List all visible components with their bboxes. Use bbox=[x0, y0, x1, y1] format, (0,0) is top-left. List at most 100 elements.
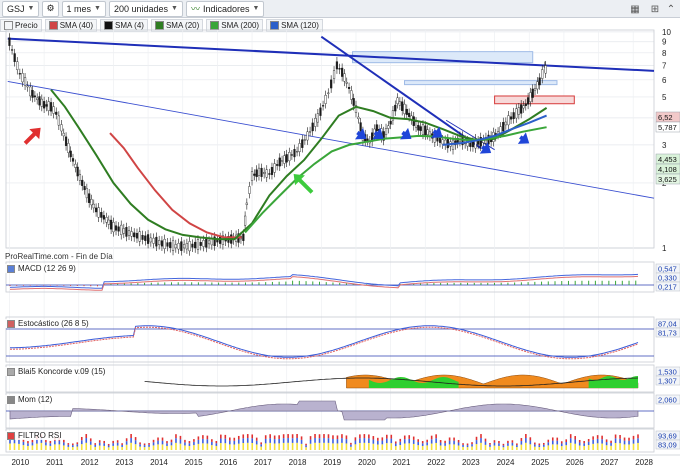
candle-body bbox=[347, 86, 351, 89]
candle-body bbox=[52, 106, 55, 114]
mom-tag-label: 2,060 bbox=[658, 396, 677, 405]
y-tick-label: 10 bbox=[662, 28, 671, 37]
x-tick-label: 2028 bbox=[635, 458, 653, 467]
candle-body bbox=[257, 167, 261, 176]
candle-body bbox=[446, 138, 449, 149]
candle-body bbox=[345, 81, 348, 84]
candle-body bbox=[196, 239, 200, 250]
candle-body bbox=[21, 73, 24, 83]
stoch-d-line bbox=[10, 326, 639, 360]
rsi-title[interactable]: FILTRO RSI bbox=[5, 431, 64, 440]
mom-label: Mom (12) bbox=[18, 395, 53, 404]
candle-body bbox=[18, 73, 21, 75]
candle-body bbox=[290, 154, 293, 156]
source-note: ProRealTime.com - Fin de Día bbox=[5, 252, 113, 261]
candle-body bbox=[408, 112, 411, 117]
candle-body bbox=[263, 172, 266, 174]
x-tick-label: 2022 bbox=[427, 458, 445, 467]
candle-body bbox=[260, 167, 263, 177]
candle-body bbox=[71, 158, 75, 162]
candle-body bbox=[152, 237, 155, 244]
indicator-panels: 0,5470,3300,217 87,0481,73 1,5301,307 2,060… bbox=[5, 261, 680, 453]
rsi-tag-label: 83,09 bbox=[658, 441, 677, 450]
candle-body bbox=[207, 240, 211, 245]
koncorde-icon bbox=[7, 367, 15, 376]
stoch-k-line bbox=[10, 325, 639, 358]
candle-body bbox=[278, 157, 281, 167]
candle-body bbox=[188, 241, 191, 252]
candle-body bbox=[244, 215, 247, 226]
candle-body bbox=[306, 131, 309, 141]
candle-body bbox=[301, 139, 304, 148]
candle-body bbox=[49, 102, 53, 112]
x-tick-label: 2026 bbox=[566, 458, 584, 467]
candle-body bbox=[387, 125, 390, 129]
candle-body bbox=[332, 70, 336, 79]
candle-body bbox=[16, 61, 19, 70]
candle-body bbox=[350, 90, 353, 100]
candle-body bbox=[419, 126, 422, 131]
candle-body bbox=[245, 202, 248, 206]
candle-body bbox=[171, 240, 175, 251]
candle-body bbox=[141, 235, 144, 240]
sma-line bbox=[109, 132, 242, 239]
candle-body bbox=[524, 103, 527, 106]
rsi-label: FILTRO RSI bbox=[18, 431, 62, 440]
candle-body bbox=[352, 98, 355, 106]
candle-body bbox=[270, 167, 274, 175]
stoch-tag-label: 87,04 bbox=[658, 320, 677, 329]
candle-body bbox=[394, 104, 397, 112]
macd-signal-line bbox=[9, 275, 639, 291]
candle-body bbox=[311, 122, 314, 132]
candle-body bbox=[533, 88, 537, 91]
candle-body bbox=[421, 124, 425, 135]
stoch-label: Estocástico (26 8 5) bbox=[18, 319, 89, 328]
candle-body bbox=[26, 85, 29, 88]
candle-body bbox=[384, 128, 388, 135]
price-tag-label: 6,52 bbox=[658, 113, 673, 122]
stoch-title[interactable]: Estocástico (26 8 5) bbox=[5, 319, 91, 328]
candle-body bbox=[160, 240, 164, 247]
mom-area bbox=[9, 400, 639, 421]
x-tick-label: 2015 bbox=[185, 458, 203, 467]
candle-body bbox=[538, 77, 541, 86]
candle-body bbox=[57, 115, 60, 126]
koncorde-title[interactable]: Blai5 Koncorde v.09 (15) bbox=[5, 367, 108, 376]
candle-body bbox=[78, 173, 82, 181]
candle-body bbox=[40, 98, 43, 107]
macd-title[interactable]: MACD (12 26 9) bbox=[5, 264, 78, 273]
candle-body bbox=[81, 179, 84, 186]
candle-body bbox=[502, 122, 505, 132]
candle-body bbox=[414, 121, 418, 128]
price-tag-label: 3,625 bbox=[658, 175, 677, 184]
x-tick-label: 2025 bbox=[531, 458, 549, 467]
candle-body bbox=[13, 53, 16, 62]
candle-body bbox=[357, 116, 360, 120]
candle-body bbox=[45, 104, 48, 107]
candle-body bbox=[76, 166, 79, 177]
candle-body bbox=[441, 139, 444, 145]
candle-body bbox=[67, 143, 70, 153]
candle-body bbox=[107, 219, 110, 225]
candle-body bbox=[295, 151, 299, 153]
candle-body bbox=[43, 101, 46, 109]
y-tick-label: 8 bbox=[662, 49, 667, 58]
mom-title[interactable]: Mom (12) bbox=[5, 395, 55, 404]
candle-body bbox=[117, 226, 120, 232]
chart-canvas[interactable]: 12345678910 2010201120122013201420152016… bbox=[0, 0, 680, 469]
candle-body bbox=[321, 105, 325, 107]
sma-lines bbox=[50, 89, 548, 241]
price-tags: 6,525,787 4,4534,1083,625 bbox=[655, 111, 680, 185]
candle-body bbox=[110, 219, 113, 230]
candle-body bbox=[253, 173, 256, 176]
arrow-blue bbox=[517, 132, 530, 144]
price-tag-label: 4,108 bbox=[658, 165, 677, 174]
candle-body bbox=[130, 231, 133, 237]
candle-body bbox=[544, 65, 547, 74]
candle-body bbox=[64, 136, 68, 146]
candle-body bbox=[177, 243, 180, 250]
candle-body bbox=[85, 188, 88, 199]
candle-body bbox=[531, 88, 534, 98]
candle-body bbox=[375, 124, 378, 132]
x-tick-label: 2017 bbox=[254, 458, 272, 467]
